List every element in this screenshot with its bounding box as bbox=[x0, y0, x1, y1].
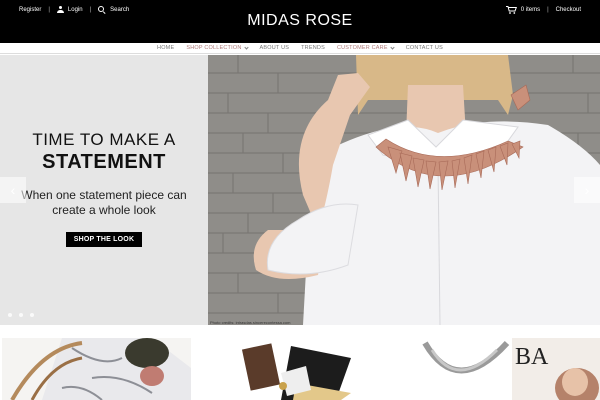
nav-trends[interactable]: TRENDS bbox=[301, 45, 325, 51]
product-tile-collar-necklace[interactable]: BA bbox=[417, 338, 600, 400]
slider-prev-button[interactable]: ‹ bbox=[0, 177, 26, 203]
nav-home[interactable]: HOME bbox=[157, 45, 174, 51]
hero-text-panel: TIME TO MAKE A STATEMENT When one statem… bbox=[0, 55, 208, 325]
chevron-left-icon: ‹ bbox=[10, 182, 16, 198]
chevron-down-icon bbox=[390, 44, 395, 50]
svg-text:BA: BA bbox=[515, 344, 549, 370]
cart-count-link[interactable]: 0 items bbox=[521, 7, 540, 13]
slider-dot[interactable] bbox=[30, 313, 34, 317]
featured-products: BA bbox=[0, 338, 600, 400]
top-bar: Register | Login | Search MIDAS ROSE 0 i… bbox=[0, 0, 600, 43]
chevron-right-icon: › bbox=[584, 182, 590, 198]
hero-text: TIME TO MAKE A STATEMENT When one statem… bbox=[0, 130, 208, 247]
hero-headline-line2: STATEMENT bbox=[42, 151, 166, 173]
nav-care-label: CUSTOMER CARE bbox=[336, 45, 388, 51]
chevron-down-icon bbox=[243, 44, 249, 50]
slider-dot[interactable] bbox=[8, 313, 12, 317]
main-nav: HOME SHOP COLLECTION ABOUT US TRENDS CUS… bbox=[0, 43, 600, 54]
photo-credit: Photo credits: intrasdas.sincerecontessa… bbox=[210, 320, 291, 325]
hero-image bbox=[208, 55, 600, 325]
site-logo[interactable]: MIDAS ROSE bbox=[0, 12, 600, 30]
product-tile-gift-box[interactable] bbox=[211, 338, 367, 400]
nav-shop-collection[interactable]: SHOP COLLECTION bbox=[186, 44, 249, 51]
slider-dot[interactable] bbox=[19, 313, 23, 317]
nav-shop-label: SHOP COLLECTION bbox=[186, 45, 242, 51]
nav-about[interactable]: ABOUT US bbox=[260, 45, 290, 51]
nav-customer-care[interactable]: CUSTOMER CARE bbox=[336, 44, 395, 51]
product-tile-marble-necklace[interactable] bbox=[2, 338, 191, 400]
hero-subtitle: When one statement piece can create a wh… bbox=[21, 188, 187, 217]
hero-slider: TIME TO MAKE A STATEMENT When one statem… bbox=[0, 55, 600, 325]
shop-the-look-button[interactable]: SHOP THE LOOK bbox=[65, 232, 143, 247]
cart-icon bbox=[505, 6, 517, 14]
divider: | bbox=[547, 7, 549, 13]
checkout-link[interactable]: Checkout bbox=[556, 7, 581, 13]
cart-links: 0 items | Checkout bbox=[505, 6, 581, 14]
hero-headline-line1: TIME TO MAKE A bbox=[32, 130, 176, 149]
nav-contact[interactable]: CONTACT US bbox=[406, 45, 443, 51]
slider-next-button[interactable]: › bbox=[574, 177, 600, 203]
slider-pagination bbox=[8, 313, 41, 317]
